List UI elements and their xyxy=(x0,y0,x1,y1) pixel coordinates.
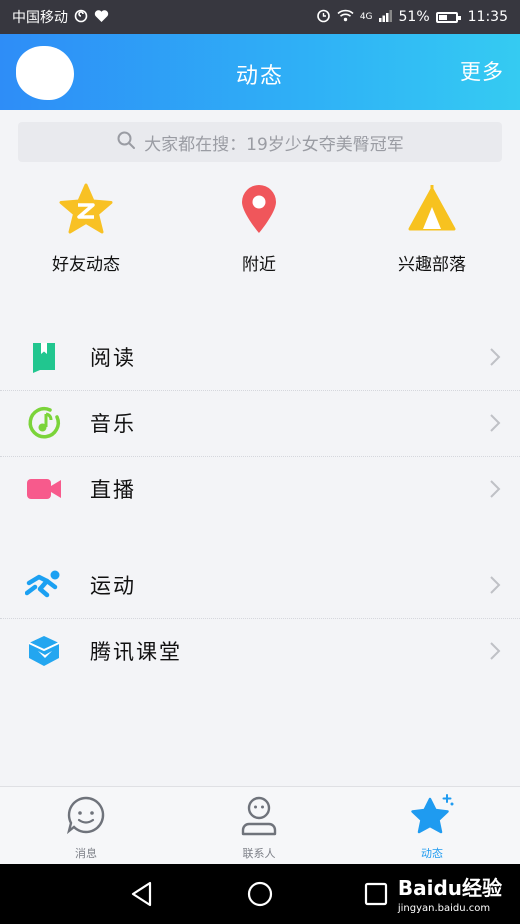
more-button[interactable]: 更多 xyxy=(460,56,504,86)
watermark-url: jingyan.baidu.com xyxy=(397,903,491,914)
back-icon[interactable] xyxy=(128,880,156,908)
alarm-icon xyxy=(316,8,331,26)
location-pin-icon xyxy=(239,183,279,239)
tab-label: 动态 xyxy=(421,847,443,860)
status-bar: 中国移动 4G 51% 11:35 xyxy=(0,0,520,34)
watermark: Baidu经验 jingyan.baidu.com xyxy=(398,872,502,914)
tab-messages[interactable]: 消息 xyxy=(31,795,141,861)
chevron-right-icon xyxy=(490,414,501,432)
list-item-music[interactable]: 音乐 xyxy=(0,390,520,456)
chevron-right-icon xyxy=(490,480,501,498)
system-navigation-bar: Baidu经验 jingyan.baidu.com xyxy=(0,864,520,924)
quick-label: 附近 xyxy=(242,255,276,275)
home-icon[interactable] xyxy=(246,880,274,908)
tab-contacts[interactable]: 联系人 xyxy=(204,795,314,861)
quick-entries: 好友动态 附近 兴趣部落 xyxy=(0,182,520,282)
list-item-label: 直播 xyxy=(90,478,136,502)
clock: 11:35 xyxy=(467,9,508,25)
tent-icon xyxy=(407,185,457,237)
signal-icon xyxy=(378,9,393,25)
chevron-right-icon xyxy=(490,348,501,366)
quick-label: 兴趣部落 xyxy=(398,255,466,275)
spiral-icon xyxy=(74,9,88,26)
search-icon xyxy=(116,130,136,155)
book-icon xyxy=(24,337,64,377)
tab-label: 联系人 xyxy=(242,847,276,860)
list-item-reading[interactable]: 阅读 xyxy=(0,324,520,390)
feature-list-secondary: 运动 腾讯课堂 xyxy=(0,552,520,684)
quick-label: 好友动态 xyxy=(52,255,120,275)
chevron-right-icon xyxy=(490,576,501,594)
list-item-label: 音乐 xyxy=(90,412,136,436)
qzone-star-icon xyxy=(59,183,113,239)
heart-icon xyxy=(94,9,109,26)
tab-feeds[interactable]: 动态 xyxy=(377,793,487,861)
music-icon xyxy=(24,403,64,443)
carrier-label: 中国移动 xyxy=(12,10,68,26)
bottom-tab-bar: 消息 联系人 动态 xyxy=(0,786,520,864)
search-placeholder: 大家都在搜：19岁少女夺美臀冠军 xyxy=(144,134,404,155)
contacts-icon xyxy=(238,794,280,840)
quick-friends-feed[interactable]: 好友动态 xyxy=(16,182,156,275)
list-item-label: 腾讯课堂 xyxy=(90,640,182,664)
battery-percent: 51% xyxy=(398,9,430,25)
wifi-icon xyxy=(337,9,354,25)
search-input[interactable]: 大家都在搜：19岁少女夺美臀冠军 xyxy=(18,122,502,162)
list-item-label: 运动 xyxy=(90,574,136,598)
quick-nearby[interactable]: 附近 xyxy=(189,182,329,275)
recents-icon[interactable] xyxy=(362,880,390,908)
page-title: 动态 xyxy=(235,64,284,89)
classroom-icon xyxy=(24,631,64,671)
running-icon xyxy=(24,565,64,605)
network-type-label: 4G xyxy=(359,11,373,22)
watermark-brand: Baidu经验 xyxy=(397,876,502,900)
battery-icon xyxy=(435,11,461,23)
chat-bubble-icon xyxy=(65,794,107,840)
quick-interest-tribe[interactable]: 兴趣部落 xyxy=(362,182,502,275)
chevron-right-icon xyxy=(490,642,501,660)
header-bar: 动态 更多 xyxy=(0,34,520,110)
list-item-tencent-classroom[interactable]: 腾讯课堂 xyxy=(0,618,520,684)
list-item-label: 阅读 xyxy=(90,346,136,370)
list-item-sports[interactable]: 运动 xyxy=(0,552,520,618)
star-icon xyxy=(409,793,455,841)
list-item-live[interactable]: 直播 xyxy=(0,456,520,522)
tab-label: 消息 xyxy=(75,847,97,860)
video-camera-icon xyxy=(24,469,64,509)
feature-list-primary: 阅读 音乐 直播 xyxy=(0,324,520,522)
